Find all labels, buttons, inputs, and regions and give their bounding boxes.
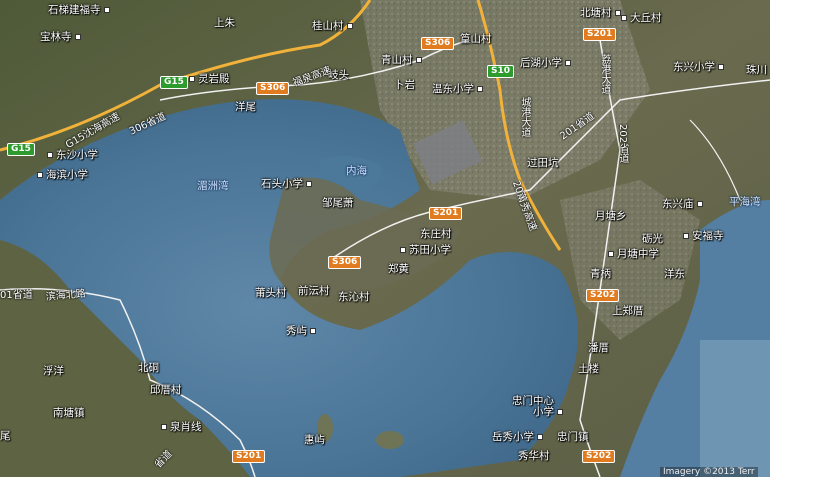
place-label: 东兴小学: [673, 61, 727, 73]
route-shield: S202: [586, 289, 620, 302]
place-label: 潘厝: [588, 342, 609, 354]
water-label: 内海: [346, 165, 367, 177]
place-label: 土楼: [578, 363, 599, 375]
place-label: 惠屿: [304, 434, 325, 446]
place-label: 石梯建福寺: [48, 4, 113, 16]
place-label: 邱厝村: [150, 384, 182, 396]
route-shield: S306: [421, 37, 455, 50]
road-name-label: 202省道: [617, 124, 628, 164]
place-label: 月塘乡: [595, 210, 627, 222]
place-label: 莆头村: [255, 287, 287, 299]
route-shield: S306: [256, 82, 290, 95]
place-label: 北塘村: [580, 7, 624, 19]
place-label: 苏田小学: [397, 244, 451, 256]
place-label: 篁山村: [460, 33, 492, 45]
place-label: 岳秀小学: [492, 431, 546, 443]
road-name-label: 城港大道: [519, 97, 530, 137]
place-label: 月塘中学: [605, 248, 659, 260]
place-label: 卜岩: [394, 79, 415, 91]
place-label: 宝林寺: [40, 31, 84, 43]
water-label: 湄洲湾: [197, 180, 229, 192]
satellite-map[interactable]: 石梯建福寺 上朱 桂山村 宝林寺 灵岩殿 岐头 青山村 篁山村 北塘村 大丘村 …: [0, 0, 770, 477]
place-label: 上朱: [214, 17, 235, 29]
place-label: 石头小学: [261, 178, 315, 190]
place-label: 安福寺: [680, 230, 724, 242]
route-shield: S202: [582, 450, 616, 463]
island: [376, 431, 404, 449]
place-label: 浮洋: [43, 365, 64, 377]
place-label: 洋尾: [235, 101, 256, 113]
place-label: 桂山村: [312, 20, 356, 32]
place-label: 海滨小学: [34, 169, 88, 181]
place-label: 小学: [533, 406, 566, 418]
place-label: 青山村: [381, 54, 425, 66]
route-shield: G15: [160, 76, 188, 89]
place-label: 过田坑: [527, 157, 559, 169]
place-label: 砺光: [642, 233, 663, 245]
place-label: 洋东: [664, 268, 685, 280]
place-label: 珠川: [746, 64, 767, 76]
place-label: 灵岩殿: [186, 73, 230, 85]
place-label: 南塘镇: [53, 407, 85, 419]
road-name-label: 01省道: [0, 290, 33, 301]
blank-margin: [770, 0, 819, 477]
place-label: 秀屿: [286, 325, 319, 337]
place-label: 郑黄: [388, 263, 409, 275]
place-label: 青柄: [590, 268, 611, 280]
place-label: 东沁村: [338, 291, 370, 303]
place-label: 东庄村: [420, 228, 452, 240]
route-shield: S306: [328, 256, 362, 269]
place-label: 尾: [0, 430, 11, 442]
place-label: 邹尾萧: [322, 197, 354, 209]
route-shield: S201: [429, 207, 463, 220]
place-label: 温东小学: [432, 83, 486, 95]
place-label: 秀华村: [518, 450, 550, 462]
place-label: 东兴庙: [662, 198, 706, 210]
place-label: 前沄村: [298, 285, 330, 297]
route-shield: S10: [487, 65, 515, 78]
route-shield: G15: [7, 143, 35, 156]
place-label: 北硐: [138, 362, 159, 374]
route-shield: S201: [583, 28, 617, 41]
place-label: 泉肖线: [158, 421, 202, 433]
route-shield: S201: [232, 450, 266, 463]
place-label: 后湖小学: [520, 57, 574, 69]
salt-flats: [700, 340, 770, 477]
place-label: 忠门镇: [557, 431, 589, 443]
road-name-label: 荔港大道: [599, 54, 610, 94]
place-label: 上郑厝: [612, 305, 644, 317]
place-label: 东沙小学: [44, 149, 98, 161]
imagery-copyright: Imagery ©2013 Terr: [660, 467, 758, 477]
place-label: 大丘村: [618, 12, 662, 24]
water-label: 平海湾: [729, 196, 761, 208]
